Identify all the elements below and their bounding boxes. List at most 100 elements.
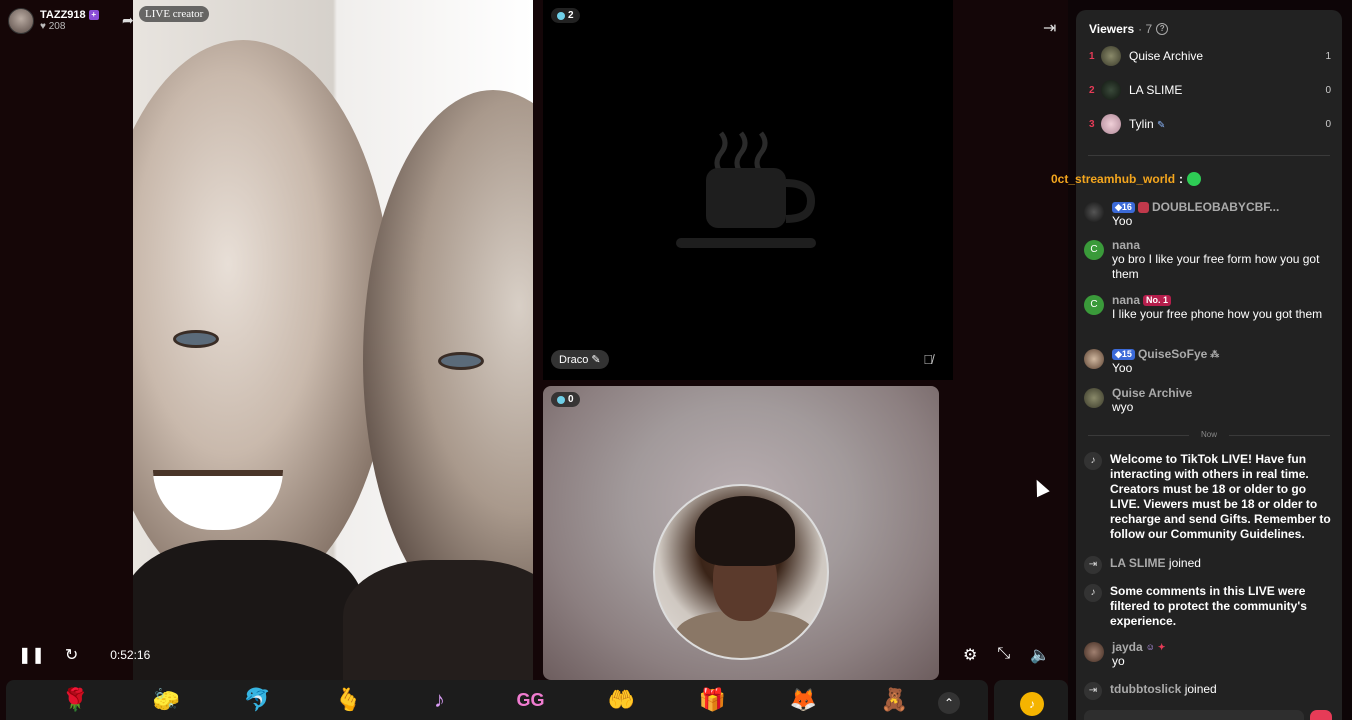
level-value: 15 bbox=[1121, 348, 1132, 359]
join-label: joined bbox=[1168, 556, 1201, 570]
chat-text: wyo bbox=[1112, 400, 1134, 414]
like-button[interactable] bbox=[1310, 710, 1332, 720]
pause-icon[interactable]: ❚❚ bbox=[18, 645, 45, 665]
people-icon: ⁂ bbox=[1210, 348, 1220, 359]
viewer-rank: 1 bbox=[1089, 50, 1095, 62]
tiktok-icon: ♪ bbox=[1084, 584, 1102, 602]
guest-viewer-count-value: 2 bbox=[568, 10, 574, 21]
gift-dolphin-icon[interactable]: 🐬 bbox=[212, 687, 303, 713]
chat-message[interactable]: ◆15 QuiseSoFye ⁂ Yoo bbox=[1084, 347, 1334, 376]
chat-message[interactable]: ◆16 DOUBLEOBABYCBF... Yoo bbox=[1084, 200, 1334, 229]
share-icon[interactable]: ➦ bbox=[122, 12, 138, 28]
level-badge: ◆16 bbox=[1112, 201, 1135, 213]
guest-viewer-count-value: 0 bbox=[568, 394, 574, 405]
chat-message[interactable]: jayda ☺ ✦ yo bbox=[1084, 640, 1334, 669]
gift-rose-icon[interactable]: 🌹 bbox=[30, 687, 121, 713]
stage-left-margin bbox=[0, 0, 133, 680]
chat-avatar bbox=[1084, 642, 1104, 662]
join-username[interactable]: LA SLIME bbox=[1110, 556, 1166, 570]
chat-username-text: nana bbox=[1112, 293, 1141, 307]
live-creator-tag: LIVE creator bbox=[139, 6, 210, 22]
join-label: joined bbox=[1184, 682, 1217, 696]
guest-viewer-count: 2 bbox=[551, 8, 580, 23]
chat-message[interactable]: C nana No. 1 I like your free phone how y… bbox=[1084, 293, 1334, 322]
join-message: ⇥ LA SLIME joined bbox=[1084, 556, 1334, 574]
host-shirt bbox=[343, 560, 533, 680]
gift-sponge-icon[interactable]: 🧽 bbox=[121, 687, 212, 713]
gift-badge-icon: ✦ bbox=[1157, 641, 1166, 652]
guest-hair bbox=[695, 496, 795, 566]
gift-box-icon[interactable]: 🎁 bbox=[667, 687, 758, 713]
chat-username-text: DOUBLEOBABYCBF... bbox=[1151, 200, 1280, 214]
gift-finger-heart-icon[interactable]: 🫰 bbox=[303, 687, 394, 713]
side-panel: Viewers · 7 ? 1 Quise Archive 1 2 LA SLI… bbox=[1076, 10, 1342, 720]
host-eye bbox=[438, 352, 484, 370]
gift-bar: 🌹 🧽 🐬 🫰 ♪ GG 🤲 🎁 🦊 🧸 ⌃ bbox=[6, 680, 988, 720]
guest-tile-bottom[interactable]: 0 bbox=[543, 386, 939, 680]
chevron-up-icon[interactable]: ⌃ bbox=[938, 692, 960, 714]
chat-message[interactable]: C nana yo bro I like your free form how … bbox=[1084, 238, 1334, 282]
chat-avatar bbox=[1084, 349, 1104, 369]
viewer-row[interactable]: 1 Quise Archive 1 bbox=[1089, 44, 1331, 68]
chat-avatar bbox=[1084, 202, 1104, 222]
chat-username: ◆16 DOUBLEOBABYCBF... bbox=[1112, 200, 1279, 214]
system-message: ♪ Some comments in this LIVE were filter… bbox=[1084, 584, 1334, 629]
rank-badge: No. 1 bbox=[1143, 294, 1172, 306]
settings-icon[interactable]: ⚙ bbox=[963, 645, 977, 665]
system-message: ♪ Welcome to TikTok LIVE! Have fun inter… bbox=[1084, 452, 1334, 542]
gift-bear-icon[interactable]: 🧸 bbox=[849, 687, 940, 713]
chat-text: Yoo bbox=[1112, 361, 1133, 375]
viewer-name: Tylin ✎ bbox=[1129, 117, 1325, 131]
guest-name-tag[interactable]: Draco ✎ bbox=[551, 350, 609, 369]
refresh-icon[interactable]: ↻ bbox=[65, 645, 78, 665]
guest-tile-top[interactable]: 2 Draco ✎ 🎙̸ bbox=[543, 0, 953, 380]
floating-comment-separator: : bbox=[1179, 172, 1184, 186]
viewer-rank: 3 bbox=[1089, 118, 1095, 130]
host-likes: ♥ 208 bbox=[40, 21, 66, 32]
recharge-box[interactable]: ♪ bbox=[994, 680, 1068, 720]
gift-icon bbox=[1187, 172, 1202, 186]
level-value: 16 bbox=[1121, 201, 1132, 212]
viewer-row[interactable]: 3 Tylin ✎ 0 bbox=[1089, 112, 1331, 136]
viewer-name-text: Tylin bbox=[1129, 117, 1154, 131]
join-username[interactable]: tdubbtoslick bbox=[1110, 682, 1181, 696]
chat-username: nana bbox=[1112, 238, 1141, 252]
mic-muted-icon: 🎙̸ bbox=[923, 352, 933, 367]
tiktok-icon: ♪ bbox=[1084, 452, 1102, 470]
gift-music-note-icon[interactable]: ♪ bbox=[394, 687, 485, 713]
viewers-title: Viewers bbox=[1089, 22, 1135, 36]
chat-text: yo bbox=[1112, 654, 1125, 668]
minimize-icon[interactable]: ⤡ bbox=[997, 645, 1010, 665]
gift-corgi-icon[interactable]: 🦊 bbox=[758, 687, 849, 713]
chat-username: nana No. 1 bbox=[1112, 293, 1322, 307]
exit-icon[interactable]: ⇥ bbox=[1043, 18, 1056, 38]
viewer-name: LA SLIME bbox=[1129, 83, 1183, 97]
welcome-text: Welcome to TikTok LIVE! Have fun interac… bbox=[1110, 452, 1331, 541]
viewer-dot-icon bbox=[557, 11, 565, 20]
gift-gg-icon[interactable]: GG bbox=[485, 690, 576, 711]
comment-input[interactable] bbox=[1084, 710, 1304, 720]
join-message: ⇥ tdubbtoslick joined bbox=[1084, 682, 1334, 700]
chat-username: Quise Archive bbox=[1112, 386, 1193, 400]
host-avatar[interactable] bbox=[8, 8, 34, 34]
viewer-row[interactable]: 2 LA SLIME 0 bbox=[1089, 78, 1331, 102]
chat-username: ◆15 QuiseSoFye ⁂ bbox=[1112, 347, 1219, 361]
gift-heart-hands-icon[interactable]: 🤲 bbox=[576, 687, 667, 713]
chat-text: Yoo bbox=[1112, 214, 1133, 228]
chat-avatar bbox=[1084, 388, 1104, 408]
help-icon[interactable]: ? bbox=[1156, 23, 1169, 35]
coin-icon[interactable]: ♪ bbox=[1020, 692, 1044, 716]
host-info[interactable]: TAZZ918 + ♥ 208 bbox=[8, 8, 99, 34]
player-controls-right: ⚙ ⤡ 🔈 bbox=[963, 645, 1050, 665]
chat-avatar: C bbox=[1084, 240, 1104, 260]
viewer-name: Quise Archive bbox=[1129, 49, 1204, 63]
volume-icon[interactable]: 🔈 bbox=[1030, 645, 1050, 665]
host-eye bbox=[173, 330, 219, 348]
chat-message[interactable]: Quise Archive wyo bbox=[1084, 386, 1334, 415]
guest-name: Draco bbox=[559, 354, 589, 366]
host-video[interactable] bbox=[133, 0, 533, 680]
guest-avatar bbox=[653, 484, 829, 660]
floating-gift-comment: 0ct_streamhub_world : bbox=[1051, 172, 1202, 186]
viewer-score: 1 bbox=[1325, 50, 1331, 62]
viewer-dot-icon bbox=[557, 395, 565, 404]
